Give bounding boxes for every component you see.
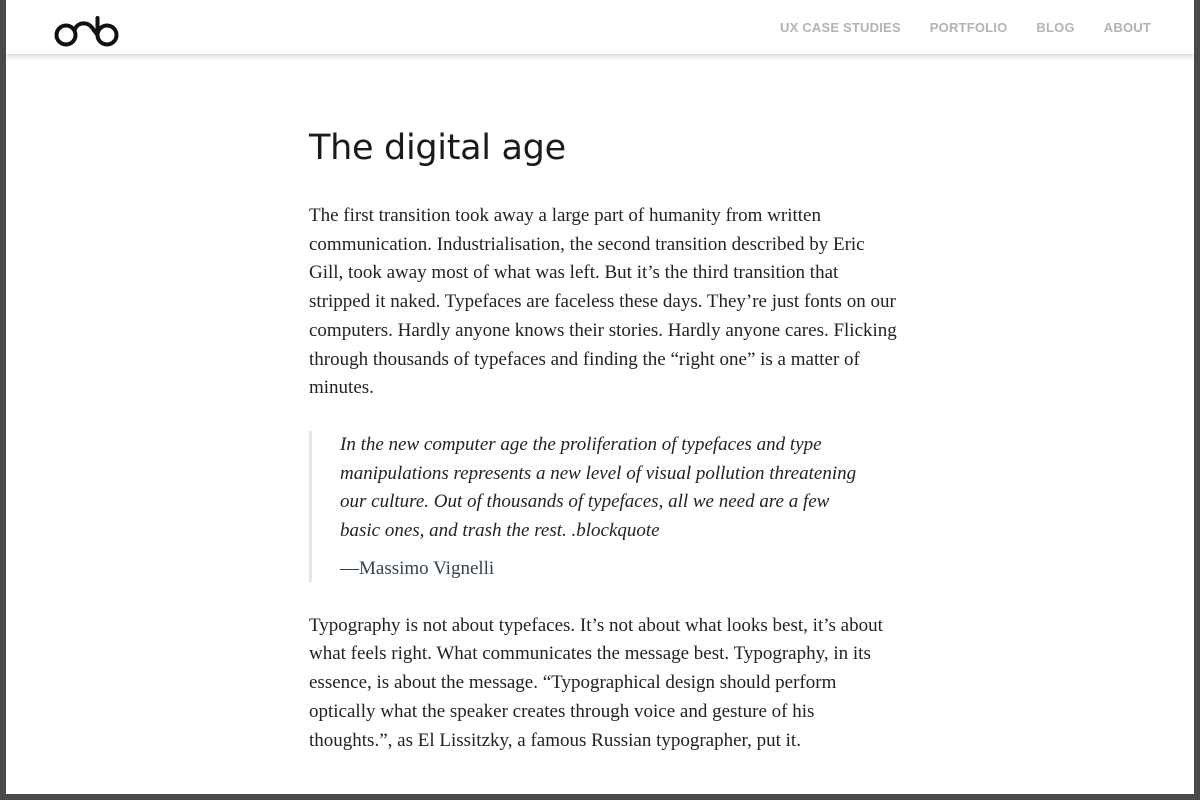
article-title: The digital age xyxy=(309,128,566,168)
main-nav: UX CASE STUDIES PORTFOLIO BLOG ABOUT xyxy=(780,20,1151,36)
site-header: UX CASE STUDIES PORTFOLIO BLOG ABOUT xyxy=(6,0,1194,54)
nav-portfolio[interactable]: PORTFOLIO xyxy=(930,20,1008,36)
article: The digital age The first transition too… xyxy=(309,124,899,755)
quote-text: In the new computer age the proliferatio… xyxy=(340,433,857,542)
page: UX CASE STUDIES PORTFOLIO BLOG ABOUT The… xyxy=(6,0,1194,794)
blockquote: In the new computer age the proliferatio… xyxy=(309,430,860,582)
orb-logo-icon[interactable] xyxy=(54,15,120,48)
nav-about[interactable]: ABOUT xyxy=(1104,20,1151,36)
quote-author: —Massimo Vignelli xyxy=(340,557,495,579)
article-paragraph: Typography is not about typefaces. It’s … xyxy=(309,614,883,751)
nav-blog[interactable]: BLOG xyxy=(1036,20,1074,36)
nav-ux-case-studies[interactable]: UX CASE STUDIES xyxy=(780,20,901,36)
article-paragraph: The first transition took away a large p… xyxy=(309,205,897,399)
